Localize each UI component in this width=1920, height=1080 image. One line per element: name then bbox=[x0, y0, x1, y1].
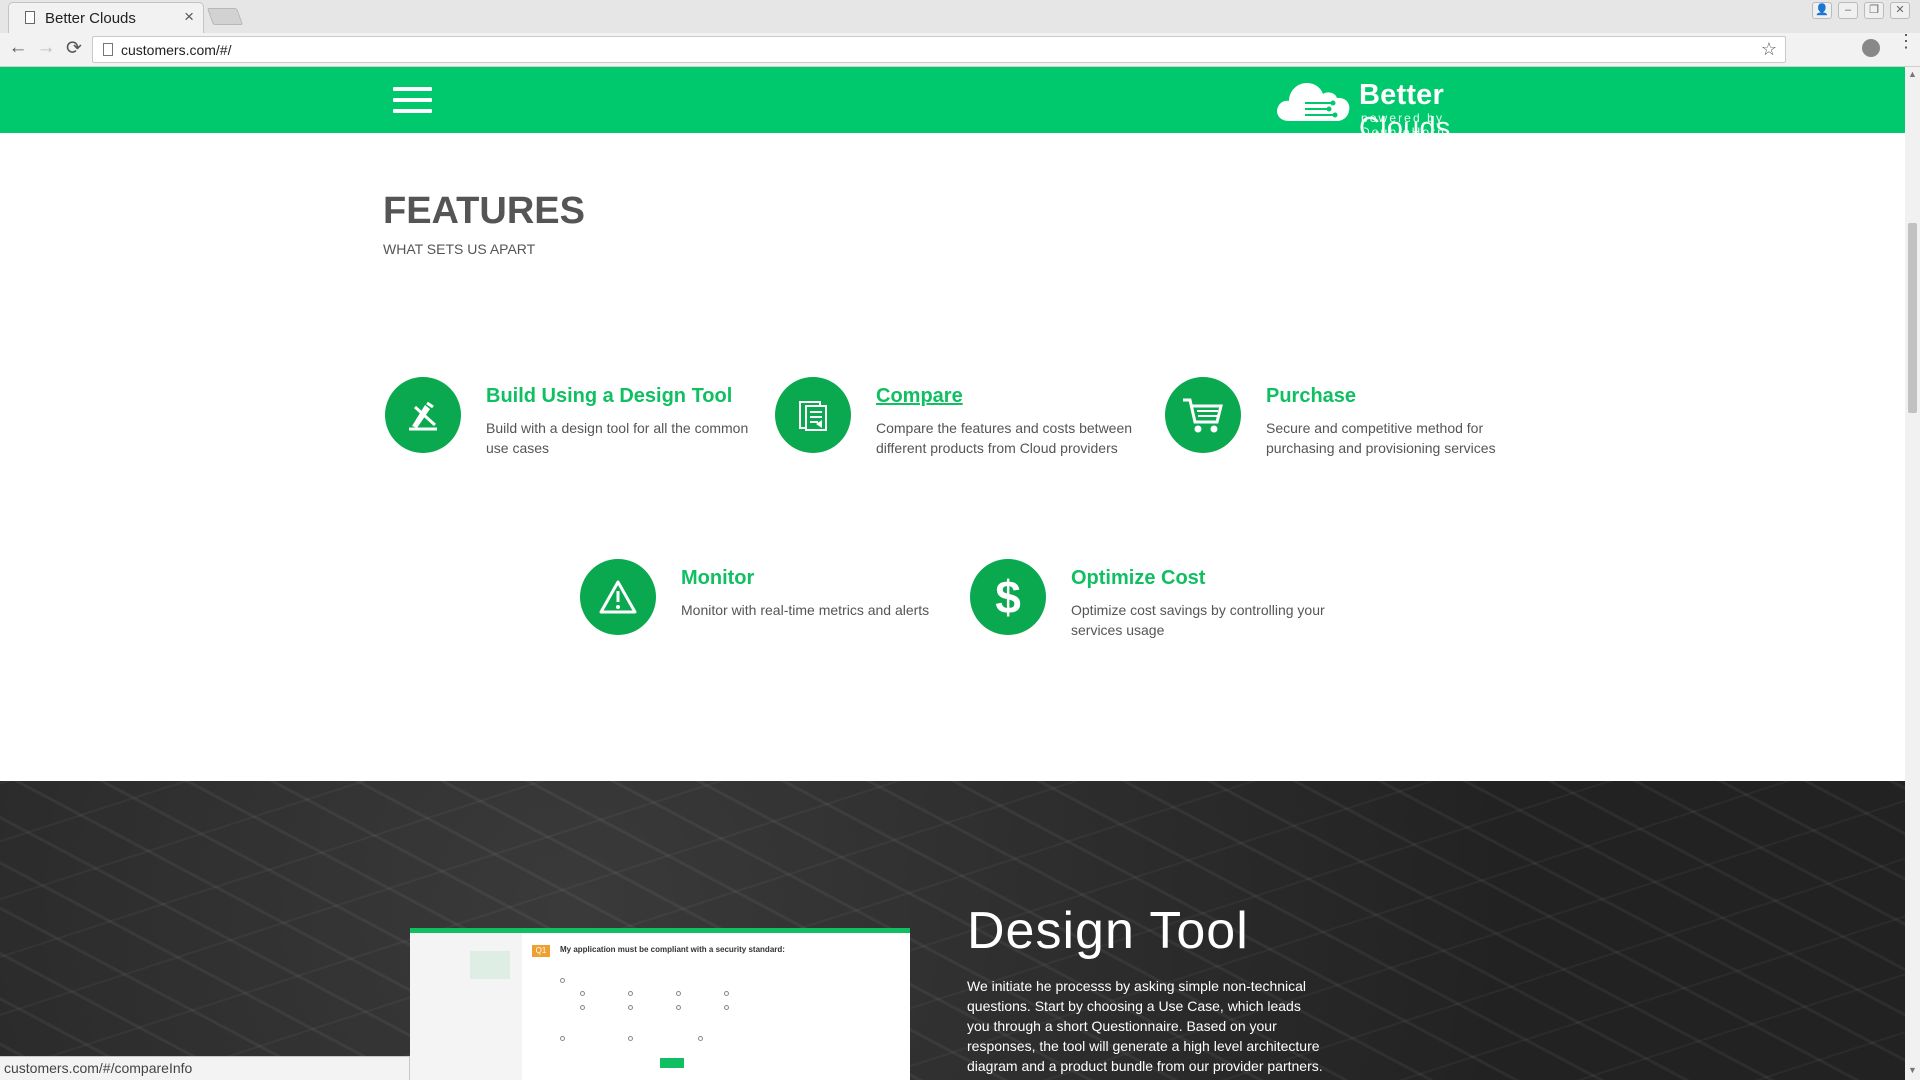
scroll-thumb[interactable] bbox=[1908, 223, 1917, 413]
restore-button[interactable]: ❐ bbox=[1864, 2, 1884, 19]
hamburger-menu-icon[interactable] bbox=[393, 87, 432, 114]
page-icon bbox=[25, 11, 35, 24]
screenshot-question-badge: Q1 bbox=[532, 945, 550, 957]
feature-compare: Compare Compare the features and costs b… bbox=[775, 377, 1155, 457]
feature-purchase: Purchase Secure and competitive method f… bbox=[1165, 377, 1545, 457]
design-tool-screenshot: Q1 My application must be compliant with… bbox=[410, 928, 910, 1080]
screenshot-radio bbox=[724, 1005, 732, 1011]
feature-title-link[interactable]: Compare bbox=[876, 385, 963, 408]
screenshot-radio bbox=[580, 991, 588, 997]
tab-title: Better Clouds bbox=[45, 10, 136, 27]
design-tool-heading: Design Tool bbox=[967, 902, 1249, 960]
page-viewport: Better Clouds powered by DoubleHorn FEAT… bbox=[0, 67, 1905, 1080]
browser-toolbar: ← → ⟳ customers.com/#/ ☆ ⋮ bbox=[0, 32, 1920, 67]
features-subheading: WHAT SETS US APART bbox=[383, 241, 536, 257]
design-tool-icon bbox=[385, 377, 461, 453]
profile-icon[interactable]: 👤 bbox=[1812, 2, 1832, 19]
screenshot-radio bbox=[628, 1005, 636, 1011]
logo-tagline: powered by DoubleHorn bbox=[1361, 111, 1447, 139]
minimize-button[interactable]: – bbox=[1838, 2, 1858, 19]
tab-close-icon[interactable]: × bbox=[184, 7, 194, 27]
design-tool-section: Q1 My application must be compliant with… bbox=[0, 781, 1905, 1080]
feature-description: Monitor with real-time metrics and alert… bbox=[681, 602, 930, 618]
bookmark-star-icon[interactable]: ☆ bbox=[1761, 39, 1777, 60]
screenshot-radio bbox=[698, 1036, 706, 1042]
screenshot-radio bbox=[676, 1005, 684, 1011]
feature-title[interactable]: Purchase bbox=[1266, 385, 1356, 408]
cloud-logo-icon bbox=[1277, 83, 1350, 121]
scroll-down-icon[interactable]: ▼ bbox=[1908, 1065, 1917, 1075]
screenshot-sidebar bbox=[410, 933, 522, 1080]
screenshot-radio bbox=[580, 1005, 588, 1011]
new-tab-button[interactable] bbox=[206, 8, 244, 25]
feature-design-tool: Build Using a Design Tool Build with a d… bbox=[385, 377, 765, 457]
screenshot-radio bbox=[628, 1036, 636, 1042]
feature-title[interactable]: Optimize Cost bbox=[1071, 567, 1205, 590]
screenshot-sidebar-box bbox=[470, 951, 510, 979]
feature-optimize-cost: $ Optimize Cost Optimize cost savings by… bbox=[970, 559, 1350, 639]
design-tool-description: We initiate he processs by asking simple… bbox=[967, 978, 1323, 1074]
screenshot-question-text: My application must be compliant with a … bbox=[560, 945, 785, 954]
compare-icon bbox=[775, 377, 851, 453]
page-info-icon[interactable] bbox=[103, 43, 113, 56]
screenshot-radio bbox=[676, 991, 684, 997]
site-header: Better Clouds powered by DoubleHorn bbox=[0, 67, 1905, 144]
cart-icon bbox=[1165, 377, 1241, 453]
dollar-icon: $ bbox=[970, 559, 1046, 635]
feature-description: Optimize cost savings by controlling you… bbox=[1071, 602, 1325, 638]
screenshot-radio bbox=[724, 991, 732, 997]
window-controls: 👤 – ❐ ✕ bbox=[1812, 2, 1910, 19]
forward-button[interactable]: → bbox=[34, 37, 58, 59]
address-url[interactable]: customers.com/#/ bbox=[121, 42, 231, 58]
screenshot-radio bbox=[560, 978, 568, 984]
better-clouds-logo[interactable]: Better Clouds powered by DoubleHorn bbox=[1275, 77, 1530, 144]
feature-title[interactable]: Build Using a Design Tool bbox=[486, 385, 732, 408]
browser-tab-bar: Better Clouds × 👤 – ❐ ✕ bbox=[0, 0, 1920, 33]
reload-button[interactable]: ⟳ bbox=[62, 37, 86, 60]
feature-title[interactable]: Monitor bbox=[681, 567, 754, 590]
warning-icon bbox=[580, 559, 656, 635]
scroll-up-icon[interactable]: ▲ bbox=[1908, 69, 1917, 79]
page-scrollbar[interactable]: ▲ ▼ bbox=[1905, 67, 1920, 1080]
features-heading: FEATURES bbox=[383, 190, 585, 232]
back-button[interactable]: ← bbox=[6, 37, 30, 59]
screenshot-next-button bbox=[660, 1058, 684, 1068]
feature-description: Build with a design tool for all the com… bbox=[486, 420, 749, 456]
extension-icon[interactable] bbox=[1862, 39, 1880, 57]
link-status-bar: customers.com/#/compareInfo bbox=[0, 1056, 410, 1080]
screenshot-radio bbox=[628, 991, 636, 997]
address-bar[interactable]: customers.com/#/ ☆ bbox=[92, 36, 1786, 63]
feature-monitor: Monitor Monitor with real-time metrics a… bbox=[580, 559, 960, 639]
feature-description: Secure and competitive method for purcha… bbox=[1266, 420, 1496, 456]
browser-menu-icon[interactable]: ⋮ bbox=[1897, 32, 1915, 50]
screenshot-radio bbox=[560, 1036, 568, 1042]
browser-tab[interactable]: Better Clouds × bbox=[8, 2, 204, 33]
close-window-button[interactable]: ✕ bbox=[1890, 2, 1910, 19]
feature-description: Compare the features and costs between d… bbox=[876, 420, 1133, 456]
